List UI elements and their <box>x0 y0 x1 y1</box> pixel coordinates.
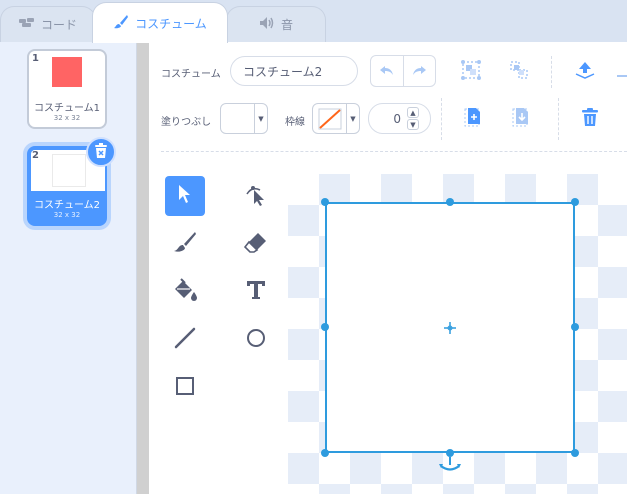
tab-sound[interactable]: 音 <box>226 6 326 42</box>
tab-costume-label: コスチューム <box>135 16 207 31</box>
fill-icon <box>173 278 197 306</box>
tab-code-label: コード <box>40 18 77 32</box>
eraser-tool[interactable] <box>236 224 276 264</box>
resize-handle-top[interactable] <box>446 198 454 206</box>
tab-code[interactable]: コード <box>0 6 96 42</box>
eraser-icon <box>243 231 268 257</box>
text-tool[interactable] <box>236 272 276 312</box>
costume-name-label: コスチューム <box>161 69 221 80</box>
outline-width-stepper[interactable]: ▲ ▼ <box>407 107 419 130</box>
paste-button[interactable] <box>507 104 535 134</box>
tab-sound-label: 音 <box>280 18 293 32</box>
circle-tool[interactable] <box>236 320 276 360</box>
undo-icon <box>379 62 395 81</box>
resize-handle-bottom[interactable] <box>446 449 454 457</box>
text-icon <box>246 280 266 304</box>
delete-button[interactable] <box>577 105 603 133</box>
costume-size: 32 x 32 <box>53 211 81 219</box>
fill-tool[interactable] <box>165 272 205 312</box>
paint-editor: コスチューム コスチューム2 塗りつぶし ▼ 枠線 ▼ 0 ▲ ▼ <box>149 42 627 494</box>
resize-handle-top-right[interactable] <box>571 198 579 206</box>
brush-icon <box>173 231 197 257</box>
redo-button[interactable] <box>404 56 436 86</box>
rectangle-icon <box>174 375 196 401</box>
rectangle-tool[interactable] <box>165 368 205 408</box>
rotate-handle-icon[interactable] <box>438 457 462 477</box>
backward-button-partial[interactable] <box>615 68 627 77</box>
tab-bar: コード コスチューム 音 <box>0 0 627 43</box>
toolbar-divider <box>558 98 559 140</box>
tab-costume[interactable]: コスチューム <box>92 2 228 43</box>
fill-label: 塗りつぶし <box>161 117 212 128</box>
chevron-down-icon: ▼ <box>350 114 356 123</box>
code-icon <box>18 17 35 32</box>
forward-button[interactable] <box>571 58 599 86</box>
toolbar-divider <box>551 56 552 88</box>
circle-icon <box>245 327 267 353</box>
paste-icon <box>511 106 531 132</box>
fill-color-swatch <box>221 104 255 133</box>
outline-width-input[interactable]: 0 ▲ ▼ <box>368 103 431 134</box>
trash-icon <box>94 142 108 162</box>
line-icon <box>174 327 196 353</box>
costume-name-input[interactable]: コスチューム2 <box>230 56 358 86</box>
costume-number: 1 <box>32 53 39 64</box>
trash-icon <box>581 107 599 131</box>
costume-size: 32 x 32 <box>53 114 81 122</box>
ungroup-icon <box>508 59 530 85</box>
send-backward-icon <box>615 63 627 82</box>
resize-handle-top-left[interactable] <box>321 198 329 206</box>
copy-icon <box>463 106 483 132</box>
paintbrush-icon <box>113 14 129 33</box>
group-icon <box>460 59 482 85</box>
costume-name: コスチューム1 <box>33 103 101 114</box>
stepper-down-icon[interactable]: ▼ <box>407 119 419 130</box>
bring-forward-icon <box>574 61 596 83</box>
costume-number: 2 <box>32 150 39 161</box>
outline-color-picker[interactable]: ▼ <box>312 103 360 134</box>
copy-button[interactable] <box>459 104 487 134</box>
resize-handle-left[interactable] <box>321 323 329 331</box>
costume-thumbnail <box>52 57 82 87</box>
chevron-down-icon: ▼ <box>258 114 264 123</box>
fill-color-picker[interactable]: ▼ <box>220 103 268 134</box>
resize-handle-right[interactable] <box>571 323 579 331</box>
resize-handle-bottom-left[interactable] <box>321 449 329 457</box>
toolbar-bottom-divider <box>161 151 627 152</box>
brush-tool[interactable] <box>165 224 205 264</box>
delete-costume-button[interactable] <box>86 137 116 167</box>
paint-canvas[interactable] <box>288 174 627 494</box>
reshape-icon <box>244 182 268 210</box>
line-tool[interactable] <box>165 320 205 360</box>
costume-item-1[interactable]: 1 コスチューム1 32 x 32 <box>27 49 107 129</box>
stepper-up-icon[interactable]: ▲ <box>407 107 419 118</box>
crosshair-icon <box>443 320 457 339</box>
costume-name: コスチューム2 <box>33 200 101 211</box>
toolbar-divider <box>441 98 442 140</box>
costume-thumbnail <box>52 154 86 187</box>
undo-redo-group <box>370 55 436 87</box>
select-tool[interactable] <box>165 176 205 216</box>
redo-icon <box>411 62 427 81</box>
reshape-tool[interactable] <box>236 176 276 216</box>
group-button[interactable] <box>457 58 485 86</box>
speaker-icon <box>259 16 275 33</box>
outline-color-swatch <box>313 104 347 133</box>
select-icon <box>177 184 193 208</box>
scrollbar[interactable] <box>137 42 149 494</box>
outline-label: 枠線 <box>285 117 305 128</box>
undo-button[interactable] <box>371 56 404 86</box>
outline-width-value: 0 <box>393 111 401 126</box>
ungroup-button[interactable] <box>505 58 533 86</box>
resize-handle-bottom-right[interactable] <box>571 449 579 457</box>
